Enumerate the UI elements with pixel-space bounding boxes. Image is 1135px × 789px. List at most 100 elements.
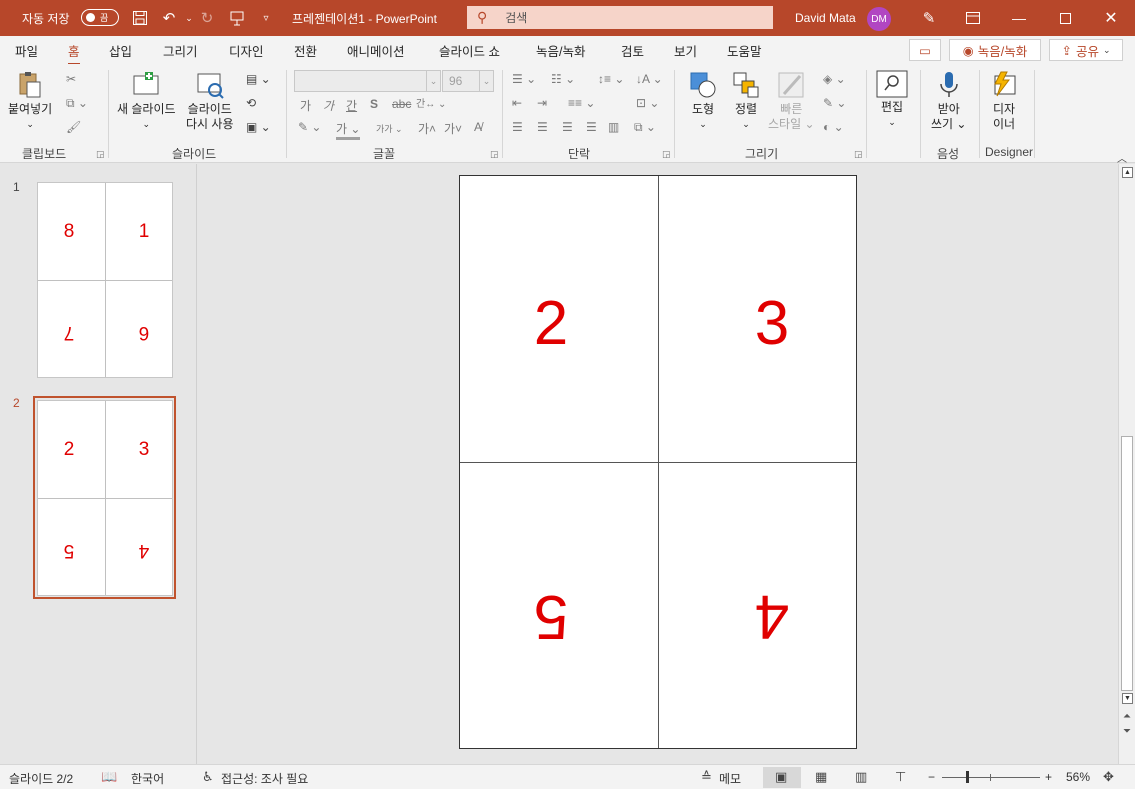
maximize-icon[interactable] <box>1042 0 1088 36</box>
tab-insert[interactable]: 삽입 <box>109 41 132 60</box>
tab-animations[interactable]: 애니메이션 <box>347 41 405 60</box>
underline-icon[interactable]: 간 <box>346 97 357 114</box>
text-direction-icon[interactable]: ↓A ⌄ <box>636 72 663 86</box>
zoom-level[interactable]: 56% <box>1066 770 1090 784</box>
copy-icon[interactable]: ⧉ ⌄ <box>66 96 88 111</box>
strikethrough-icon[interactable]: abc <box>392 97 411 111</box>
shape-fill-icon[interactable]: ◈ ⌄ <box>823 72 846 86</box>
accessibility-status[interactable]: 접근성: 조사 필요 <box>221 770 308 787</box>
clipboard-launcher-icon[interactable]: ◲ <box>96 149 105 160</box>
slide-canvas[interactable]: 2 3 5 4 <box>459 175 857 749</box>
dictate-button[interactable]: 받아 쓰기 ⌄ <box>931 70 966 132</box>
line-spacing-icon[interactable]: ↕≡ ⌄ <box>598 72 624 86</box>
share-button[interactable]: ⇪ 공유 ⌄ <box>1049 39 1123 61</box>
zoom-out-icon[interactable]: − <box>928 770 935 784</box>
zoom-in-icon[interactable]: + <box>1045 770 1052 784</box>
tab-slideshow[interactable]: 슬라이드 쇼 <box>439 41 500 60</box>
cut-icon[interactable]: ✂ <box>66 72 76 86</box>
designer-button[interactable]: 디자 이너 <box>989 70 1019 132</box>
bold-icon[interactable]: 가 <box>300 97 311 114</box>
autosave-toggle[interactable]: 끔 <box>81 9 119 26</box>
scroll-down-icon[interactable]: ▼ <box>1122 693 1133 704</box>
paragraph-launcher-icon[interactable]: ◲ <box>662 149 671 160</box>
reuse-slides-button[interactable]: 슬라이드 다시 사용 <box>186 70 234 132</box>
edit-button[interactable]: 편집 ⌄ <box>876 70 908 130</box>
highlight-icon[interactable]: ✎ ⌄ <box>298 120 321 134</box>
slide-quadrant-number[interactable]: 4 <box>732 581 812 651</box>
arrange-button[interactable]: 정렬 ⌄ <box>731 70 761 132</box>
tab-file[interactable]: 파일 <box>15 41 38 60</box>
fit-to-window-icon[interactable]: ✥ <box>1103 769 1114 785</box>
comments-button[interactable]: ▭ <box>909 39 941 61</box>
change-case-icon[interactable]: 가가 ⌄ <box>376 122 403 135</box>
align-right-icon[interactable]: ☰ <box>562 120 573 134</box>
paste-button[interactable]: 붙여넣기 ⌄ <box>8 70 52 132</box>
collapse-ribbon-icon[interactable]: ︿ <box>1117 150 1127 165</box>
slideshow-icon[interactable]: ⊤ <box>895 769 906 785</box>
section-icon[interactable]: ▣ ⌄ <box>246 120 271 134</box>
font-launcher-icon[interactable]: ◲ <box>490 149 499 160</box>
avatar[interactable]: DM <box>867 7 891 31</box>
presentation-icon[interactable] <box>226 0 248 36</box>
ribbon-display-icon[interactable] <box>950 0 996 36</box>
char-spacing-icon[interactable]: 간↔ ⌄ <box>416 95 446 110</box>
new-slide-button[interactable]: 새 슬라이드 ⌄ <box>117 70 176 132</box>
align-left-icon[interactable]: ☰ <box>512 120 523 134</box>
slide-quadrant-number[interactable]: 2 <box>511 289 591 359</box>
distributed-icon[interactable]: ▥ <box>608 120 619 134</box>
decrease-font-icon[interactable]: 가˅ <box>444 120 462 137</box>
customize-qat-icon[interactable]: ▿ <box>255 0 277 36</box>
font-size-select[interactable]: 96 ⌄ <box>442 70 494 92</box>
previous-slide-icon[interactable]: ⏶ <box>1123 711 1131 722</box>
align-center-icon[interactable]: ☰ <box>537 120 548 134</box>
accessibility-icon[interactable]: ♿ <box>202 769 214 785</box>
tab-review[interactable]: 검토 <box>621 41 644 60</box>
close-icon[interactable]: ✕ <box>1088 0 1134 36</box>
justify-icon[interactable]: ☰ <box>586 120 597 134</box>
shapes-button[interactable]: 도형 ⌄ <box>688 70 718 132</box>
vertical-scrollbar[interactable]: ▲ ▼ ⏶ ⏷ <box>1118 164 1135 764</box>
tab-recording[interactable]: 녹음/녹화 <box>536 41 585 60</box>
designer-pen-icon[interactable]: ✎ <box>918 0 940 36</box>
tab-draw[interactable]: 그리기 <box>163 41 198 60</box>
undo-icon[interactable]: ↶ <box>158 0 180 36</box>
shadow-icon[interactable]: S <box>370 97 378 111</box>
scrollbar-thumb[interactable] <box>1121 436 1133 691</box>
zoom-slider[interactable] <box>942 777 1040 778</box>
tab-help[interactable]: 도움말 <box>727 41 762 60</box>
tab-home[interactable]: 홈 <box>68 41 80 66</box>
numbering-icon[interactable]: ☷ ⌄ <box>551 72 575 86</box>
slide-thumbnail-2[interactable]: 2 3 5 4 <box>37 400 173 596</box>
spelling-icon[interactable]: 📖 <box>101 769 117 785</box>
zoom-slider-knob[interactable] <box>966 771 969 783</box>
tab-transitions[interactable]: 전환 <box>294 41 317 60</box>
language-indicator[interactable]: 한국어 <box>131 770 164 787</box>
slide-thumbnail-1[interactable]: 8 1 7 6 <box>37 182 173 378</box>
columns-icon[interactable]: ≡≡ ⌄ <box>568 96 595 110</box>
next-slide-icon[interactable]: ⏷ <box>1123 726 1131 737</box>
shape-effects-icon[interactable]: ◐ ⌄ <box>823 120 844 134</box>
format-painter-icon[interactable]: 🖌 <box>66 120 81 134</box>
record-button[interactable]: ◉ 녹음/녹화 <box>949 39 1041 61</box>
slide-quadrant-number[interactable]: 5 <box>511 581 591 651</box>
font-family-select[interactable]: ⌄ <box>294 70 441 92</box>
normal-view-icon[interactable]: ▣ <box>775 769 787 785</box>
tab-view[interactable]: 보기 <box>674 41 697 60</box>
slide-quadrant-number[interactable]: 3 <box>732 289 812 359</box>
drawing-launcher-icon[interactable]: ◲ <box>854 149 863 160</box>
redo-icon[interactable]: ↻ <box>196 0 218 36</box>
decrease-indent-icon[interactable]: ⇤ <box>512 96 522 110</box>
reset-icon[interactable]: ⟲ <box>246 96 256 110</box>
scroll-up-icon[interactable]: ▲ <box>1122 167 1133 178</box>
minimize-icon[interactable]: — <box>996 0 1042 36</box>
notes-icon[interactable]: ≙ <box>701 769 712 785</box>
quick-styles-button[interactable]: 빠른 스타일 ⌄ <box>768 70 815 132</box>
smartart-icon[interactable]: ⧉ ⌄ <box>634 120 656 135</box>
reading-view-icon[interactable]: ▥ <box>855 769 867 785</box>
layout-icon[interactable]: ▤ ⌄ <box>246 72 271 86</box>
search-input[interactable]: ⚲ 검색 <box>467 6 773 29</box>
notes-button[interactable]: 메모 <box>719 770 741 787</box>
user-name[interactable]: David Mata <box>795 0 856 36</box>
italic-icon[interactable]: 가 <box>323 97 334 114</box>
slide-sorter-icon[interactable]: ▦ <box>815 769 827 785</box>
